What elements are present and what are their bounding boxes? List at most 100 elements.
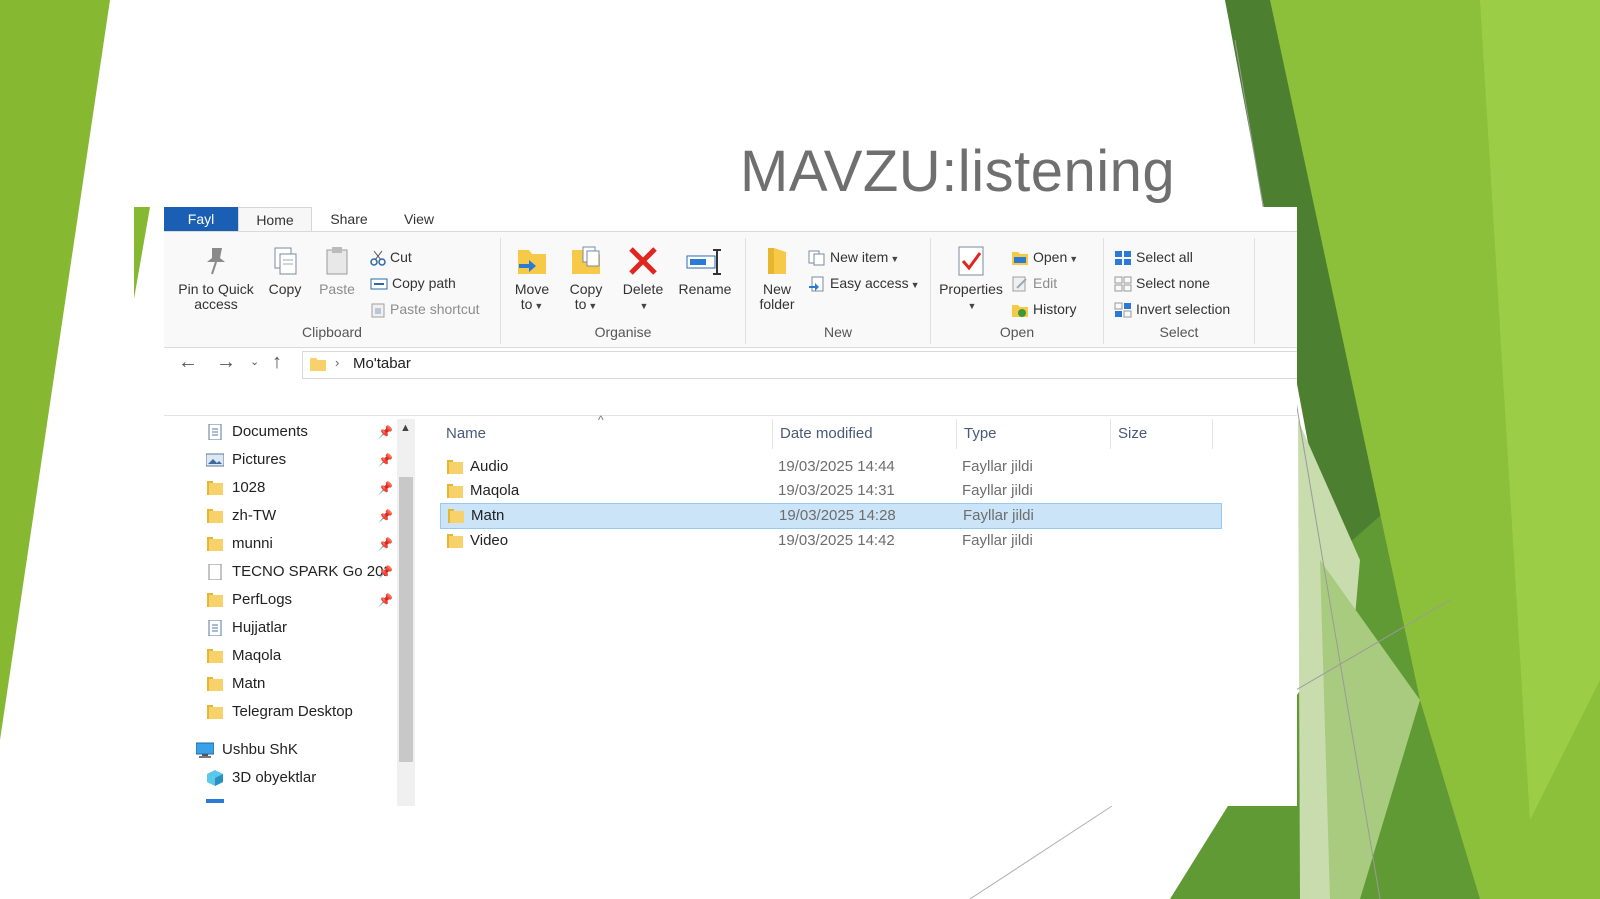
recent-locations-chevron-icon[interactable]: ⌄ bbox=[250, 355, 259, 368]
folder-icon bbox=[448, 509, 464, 523]
scroll-up-icon[interactable]: ▲ bbox=[400, 422, 411, 434]
open-button[interactable]: Open ▼ bbox=[1011, 246, 1078, 268]
group-label-select: Select bbox=[1159, 324, 1199, 340]
copy-button[interactable]: Copy bbox=[262, 244, 308, 297]
select-all-button[interactable]: Select all bbox=[1114, 246, 1193, 268]
sidebar-item-telegram-desktop[interactable]: Telegram Desktop bbox=[206, 699, 386, 725]
breadcrumb-path[interactable]: Mo'tabar bbox=[353, 355, 411, 372]
copy-path-button[interactable]: Copy path bbox=[370, 272, 456, 294]
documents-icon bbox=[208, 620, 222, 636]
rename-button[interactable]: Rename bbox=[675, 244, 735, 297]
invert-selection-label: Invert selection bbox=[1136, 301, 1231, 317]
navigation-bar: ← → ⌄ ↑ › Mo'tabar bbox=[164, 347, 1297, 381]
tab-share[interactable]: Share bbox=[316, 207, 382, 231]
pin-icon: 📌 bbox=[378, 565, 393, 579]
group-new: New folder New item ▼ Easy access ▼ New bbox=[746, 238, 931, 344]
column-header-name[interactable]: Name bbox=[446, 419, 486, 449]
ribbon-tabs: Fayl Home Share View bbox=[164, 207, 1297, 232]
file-row[interactable]: Maqola 19/03/2025 14:31 Fayllar jildi bbox=[440, 479, 1220, 503]
pin-icon bbox=[207, 248, 225, 275]
group-select: Select all Select none Invert selection … bbox=[1104, 238, 1255, 344]
back-arrow-icon[interactable]: ← bbox=[178, 351, 198, 374]
forward-arrow-icon[interactable]: → bbox=[216, 351, 236, 374]
divider bbox=[164, 415, 1297, 416]
navigation-pane-scrollbar[interactable]: ▲ bbox=[397, 419, 415, 806]
pin-quick-access-button[interactable]: Pin to Quick access bbox=[170, 244, 262, 312]
select-all-label: Select all bbox=[1136, 249, 1193, 265]
cut-button[interactable]: Cut bbox=[370, 246, 412, 268]
new-folder-button[interactable]: New folder bbox=[752, 244, 802, 312]
sidebar-item-tecno-spark[interactable]: TECNO SPARK Go 202 bbox=[206, 559, 386, 585]
sidebar-item-perflogs[interactable]: PerfLogs bbox=[206, 587, 386, 613]
history-button[interactable]: History bbox=[1011, 298, 1077, 320]
file-row-selected[interactable]: Matn 19/03/2025 14:28 Fayllar jildi bbox=[440, 503, 1222, 529]
sidebar-item-this-pc[interactable]: Ushbu ShK bbox=[196, 737, 376, 763]
file-name: Maqola bbox=[470, 482, 520, 499]
sidebar-item-documents[interactable]: Documents bbox=[206, 419, 386, 445]
pin-icon: 📌 bbox=[378, 481, 393, 495]
copy-to-button[interactable]: Copy to ▼ bbox=[563, 244, 609, 314]
folder-icon bbox=[207, 677, 223, 691]
move-to-label-line2: to bbox=[520, 296, 533, 312]
copy-icon bbox=[274, 247, 297, 275]
open-folder-icon bbox=[1012, 252, 1028, 266]
edit-label: Edit bbox=[1033, 275, 1058, 291]
select-all-icon bbox=[1115, 251, 1131, 266]
invert-selection-button[interactable]: Invert selection bbox=[1114, 298, 1230, 320]
file-row[interactable]: Audio 19/03/2025 14:44 Fayllar jildi bbox=[440, 455, 1220, 479]
pin-label-line1: Pin to Quick bbox=[178, 281, 254, 297]
move-to-icon bbox=[518, 250, 546, 274]
copy-path-label: Copy path bbox=[392, 275, 456, 291]
paste-shortcut-icon bbox=[371, 303, 385, 318]
column-header-size[interactable]: Size bbox=[1118, 419, 1147, 449]
pin-icon: 📌 bbox=[378, 593, 393, 607]
delete-button[interactable]: Delete ▼ bbox=[617, 244, 669, 314]
chevron-down-icon: ▼ bbox=[639, 301, 649, 311]
history-icon bbox=[1012, 305, 1028, 318]
sidebar-item-label: 3D obyektlar bbox=[232, 769, 317, 786]
sidebar-item-munni[interactable]: munni bbox=[206, 531, 386, 557]
sidebar-item-1028[interactable]: 1028 bbox=[206, 475, 386, 501]
tab-view[interactable]: View bbox=[390, 207, 448, 231]
paste-button[interactable]: Paste bbox=[314, 244, 360, 297]
scrollbar-thumb[interactable] bbox=[399, 477, 413, 762]
new-item-button[interactable]: New item ▼ bbox=[808, 246, 899, 268]
ribbon: Pin to Quick access Copy Paste Cut Copy … bbox=[164, 231, 1297, 348]
sidebar-item-pictures[interactable]: Pictures bbox=[206, 447, 386, 473]
file-row[interactable]: Video 19/03/2025 14:42 Fayllar jildi bbox=[440, 529, 1220, 553]
sidebar-item-matn[interactable]: Matn bbox=[206, 671, 386, 697]
sidebar-item-label: Matn bbox=[232, 675, 266, 692]
file-type: Fayllar jildi bbox=[962, 532, 1033, 549]
sidebar-item-maqola[interactable]: Maqola bbox=[206, 643, 386, 669]
new-folder-label-line2: folder bbox=[759, 296, 795, 312]
file-list: ^ Name Date modified Type Size Audio 19/… bbox=[420, 413, 1297, 806]
sidebar-item-zh-tw[interactable]: zh-TW bbox=[206, 503, 386, 529]
select-none-label: Select none bbox=[1136, 275, 1210, 291]
copy-label: Copy bbox=[268, 281, 302, 297]
pin-icon: 📌 bbox=[378, 425, 393, 439]
column-header-type[interactable]: Type bbox=[964, 419, 997, 449]
column-header-date-modified[interactable]: Date modified bbox=[780, 419, 873, 449]
select-none-button[interactable]: Select none bbox=[1114, 272, 1210, 294]
move-to-button[interactable]: Move to ▼ bbox=[509, 244, 555, 314]
tab-home[interactable]: Home bbox=[238, 207, 312, 232]
chevron-down-icon: ▼ bbox=[890, 254, 900, 264]
folder-icon bbox=[207, 593, 223, 607]
sidebar-item-partial[interactable] bbox=[206, 793, 386, 806]
sidebar-item-3d-objects[interactable]: 3D obyektlar bbox=[206, 765, 386, 791]
edit-button[interactable]: Edit bbox=[1011, 272, 1057, 294]
file-type: Fayllar jildi bbox=[962, 458, 1033, 475]
slide-title: MAVZU:listening bbox=[740, 139, 1176, 204]
easy-access-button[interactable]: Easy access ▼ bbox=[808, 272, 920, 294]
group-label-new: New bbox=[823, 324, 852, 340]
paste-shortcut-button[interactable]: Paste shortcut bbox=[370, 298, 480, 320]
properties-button[interactable]: Properties ▼ bbox=[937, 244, 1005, 314]
copy-to-label-line2: to bbox=[574, 296, 587, 312]
cut-label: Cut bbox=[390, 249, 412, 265]
3d-objects-icon bbox=[207, 770, 223, 786]
sidebar-item-hujjatlar[interactable]: Hujjatlar bbox=[206, 615, 386, 641]
address-bar[interactable]: › Mo'tabar bbox=[302, 351, 1297, 379]
up-arrow-icon[interactable]: ↑ bbox=[272, 351, 282, 374]
sidebar-item-label: Hujjatlar bbox=[232, 619, 288, 636]
tab-file[interactable]: Fayl bbox=[164, 207, 238, 231]
